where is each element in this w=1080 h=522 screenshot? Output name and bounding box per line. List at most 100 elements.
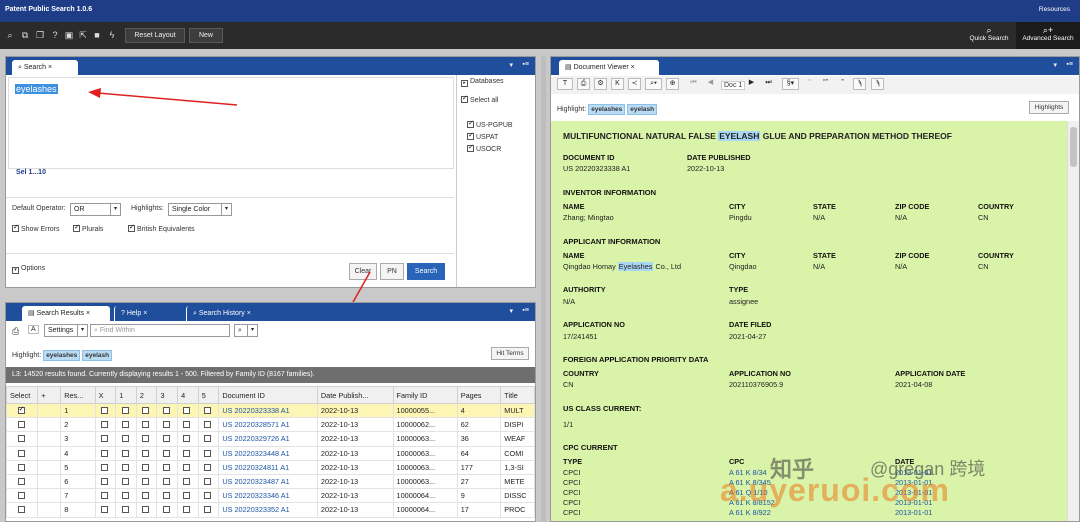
column-header[interactable]: Title bbox=[500, 386, 535, 404]
tag-checkbox[interactable] bbox=[197, 459, 220, 475]
panel-maximize-icon[interactable]: ▪≡ bbox=[1066, 61, 1073, 68]
last-doc-icon[interactable]: ⏭ bbox=[762, 78, 775, 90]
tag-checkbox[interactable] bbox=[115, 502, 137, 518]
tag-checkbox[interactable] bbox=[156, 445, 179, 461]
document-id-link[interactable]: US 20220324811 A1 bbox=[218, 459, 318, 475]
settings-icon[interactable]: ⚙ bbox=[594, 78, 607, 90]
tag-checkbox[interactable] bbox=[177, 502, 199, 518]
zoom-in-icon[interactable]: ⊕ bbox=[666, 78, 679, 90]
table-row[interactable]: 3 US 20220329726 A1 2022-10-13 10000063... 3… bbox=[5, 431, 535, 447]
column-header[interactable]: Res... bbox=[60, 386, 96, 404]
tag-checkbox[interactable] bbox=[177, 488, 199, 504]
highlight-prev-icon[interactable]: ϡ bbox=[853, 78, 866, 90]
zoom-select-icon[interactable]: ⌕▾ bbox=[645, 78, 662, 90]
tag-checkbox[interactable] bbox=[156, 417, 179, 433]
row-select-cell[interactable] bbox=[5, 473, 39, 490]
tag-checkbox[interactable] bbox=[115, 488, 137, 504]
section-icon[interactable]: §▾ bbox=[782, 78, 799, 90]
tab-document-viewer[interactable]: ▤ Document Viewer × bbox=[559, 60, 659, 75]
share-icon[interactable]: ≺ bbox=[628, 78, 641, 90]
row-select-cell[interactable] bbox=[5, 445, 39, 461]
find-options-select[interactable]: ⌕ ▾ bbox=[234, 324, 258, 337]
document-id-link[interactable]: US 20220323338 A1 bbox=[218, 402, 318, 419]
row-select-cell[interactable] bbox=[5, 502, 39, 518]
tag-checkbox[interactable] bbox=[177, 431, 199, 447]
row-select-cell[interactable] bbox=[5, 402, 39, 419]
column-header[interactable]: X bbox=[94, 386, 117, 404]
tag-checkbox[interactable] bbox=[177, 459, 199, 475]
tag-checkbox[interactable] bbox=[135, 402, 158, 419]
hit-terms-button[interactable]: Hit Terms bbox=[491, 347, 529, 360]
column-header[interactable]: Select bbox=[5, 386, 39, 404]
table-row[interactable]: 1 US 20220323338 A12022-10-1310000055...4… bbox=[5, 402, 535, 419]
tag-checkbox[interactable] bbox=[135, 473, 158, 490]
cpc-code-link[interactable]: A 61 K 8/922 bbox=[729, 508, 771, 517]
panel-menu-icon[interactable]: ▾ bbox=[1053, 61, 1057, 69]
viewer-scrollbar[interactable] bbox=[1067, 121, 1079, 521]
row-select-cell[interactable] bbox=[5, 417, 39, 433]
tag-checkbox[interactable] bbox=[135, 459, 158, 475]
tag-checkbox[interactable] bbox=[115, 445, 137, 461]
tag-checkbox[interactable] bbox=[135, 488, 158, 504]
tag-checkbox[interactable] bbox=[94, 473, 117, 490]
tag-checkbox[interactable] bbox=[115, 431, 137, 447]
kwic-icon[interactable]: K bbox=[611, 78, 624, 90]
tag-checkbox[interactable] bbox=[156, 502, 179, 518]
column-header[interactable]: Date Publish... bbox=[316, 386, 394, 404]
tag-checkbox[interactable] bbox=[135, 445, 158, 461]
tag-checkbox[interactable] bbox=[94, 488, 117, 504]
settings-select[interactable]: Settings ▾ bbox=[44, 324, 88, 337]
column-header[interactable]: Document ID bbox=[218, 386, 318, 404]
tag-checkbox[interactable] bbox=[135, 417, 158, 433]
panel-splitter[interactable] bbox=[541, 56, 546, 522]
tag-checkbox[interactable] bbox=[156, 459, 179, 475]
column-header[interactable]: + bbox=[37, 386, 62, 404]
tag-checkbox[interactable] bbox=[135, 431, 158, 447]
row-select-cell[interactable] bbox=[5, 459, 39, 475]
tag-checkbox[interactable] bbox=[197, 417, 220, 433]
column-header[interactable]: 4 bbox=[177, 386, 199, 404]
highlights-button[interactable]: Highlights bbox=[1029, 101, 1069, 114]
column-header[interactable]: 1 bbox=[115, 386, 137, 404]
tab-search-results[interactable]: ▤ Search Results × bbox=[22, 306, 110, 321]
tag-checkbox[interactable] bbox=[177, 402, 199, 419]
tab-help[interactable]: ? Help × bbox=[114, 306, 174, 321]
tag-checkbox[interactable] bbox=[197, 502, 220, 518]
scrollbar-thumb[interactable] bbox=[1070, 127, 1077, 167]
text-view-icon[interactable]: T bbox=[557, 78, 573, 90]
tag-checkbox[interactable] bbox=[115, 402, 137, 419]
tab-search-history[interactable]: ⌕ Search History × bbox=[186, 306, 278, 321]
table-row[interactable]: 2 US 20220328571 A1 2022-10-13 10000062... 6… bbox=[5, 417, 535, 433]
next-doc-icon[interactable]: ▶ bbox=[745, 78, 758, 90]
tag-checkbox[interactable] bbox=[197, 488, 220, 504]
next-hit-icon[interactable]: ” bbox=[836, 78, 849, 90]
tag-checkbox[interactable] bbox=[94, 402, 117, 419]
highlight-next-icon[interactable]: ϡ bbox=[871, 78, 884, 90]
column-header[interactable]: 5 bbox=[197, 386, 220, 404]
first-doc-icon[interactable]: ⏮ bbox=[687, 78, 700, 90]
tag-checkbox[interactable] bbox=[156, 473, 179, 490]
document-id-link[interactable]: US 20220323487 A1 bbox=[218, 473, 318, 490]
prev-hit-icon[interactable]: “ bbox=[803, 78, 816, 90]
tag-checkbox[interactable] bbox=[177, 473, 199, 490]
prev-doc-icon[interactable]: ◀ bbox=[704, 78, 717, 90]
quote-icon[interactable]: “” bbox=[819, 78, 832, 90]
tag-checkbox[interactable] bbox=[197, 473, 220, 490]
table-row[interactable]: 6 US 20220323487 A1 2022-10-13 10000063... 2… bbox=[5, 473, 535, 490]
table-row[interactable]: 5 US 20220324811 A1 2022-10-13 10000063... 1… bbox=[5, 459, 535, 475]
print-icon[interactable]: ⎙ bbox=[12, 326, 19, 337]
tag-checkbox[interactable] bbox=[94, 502, 117, 518]
column-header[interactable]: Family ID bbox=[392, 386, 458, 404]
tag-checkbox[interactable] bbox=[177, 417, 199, 433]
table-row[interactable]: 8 US 20220323352 A1 2022-10-13 10000064... 1… bbox=[5, 502, 535, 518]
table-row[interactable]: 4 US 20220323448 A1 2022-10-13 10000063... 6… bbox=[5, 445, 535, 461]
tag-checkbox[interactable] bbox=[94, 417, 117, 433]
row-select-cell[interactable] bbox=[5, 431, 39, 447]
tag-checkbox[interactable] bbox=[156, 488, 179, 504]
print-icon[interactable]: ⎙ bbox=[577, 78, 590, 90]
document-id-link[interactable]: US 20220323448 A1 bbox=[218, 445, 318, 461]
column-header[interactable]: 2 bbox=[135, 386, 158, 404]
tag-checkbox[interactable] bbox=[135, 502, 158, 518]
document-id-link[interactable]: US 20220323346 A1 bbox=[218, 488, 318, 504]
tag-checkbox[interactable] bbox=[115, 459, 137, 475]
